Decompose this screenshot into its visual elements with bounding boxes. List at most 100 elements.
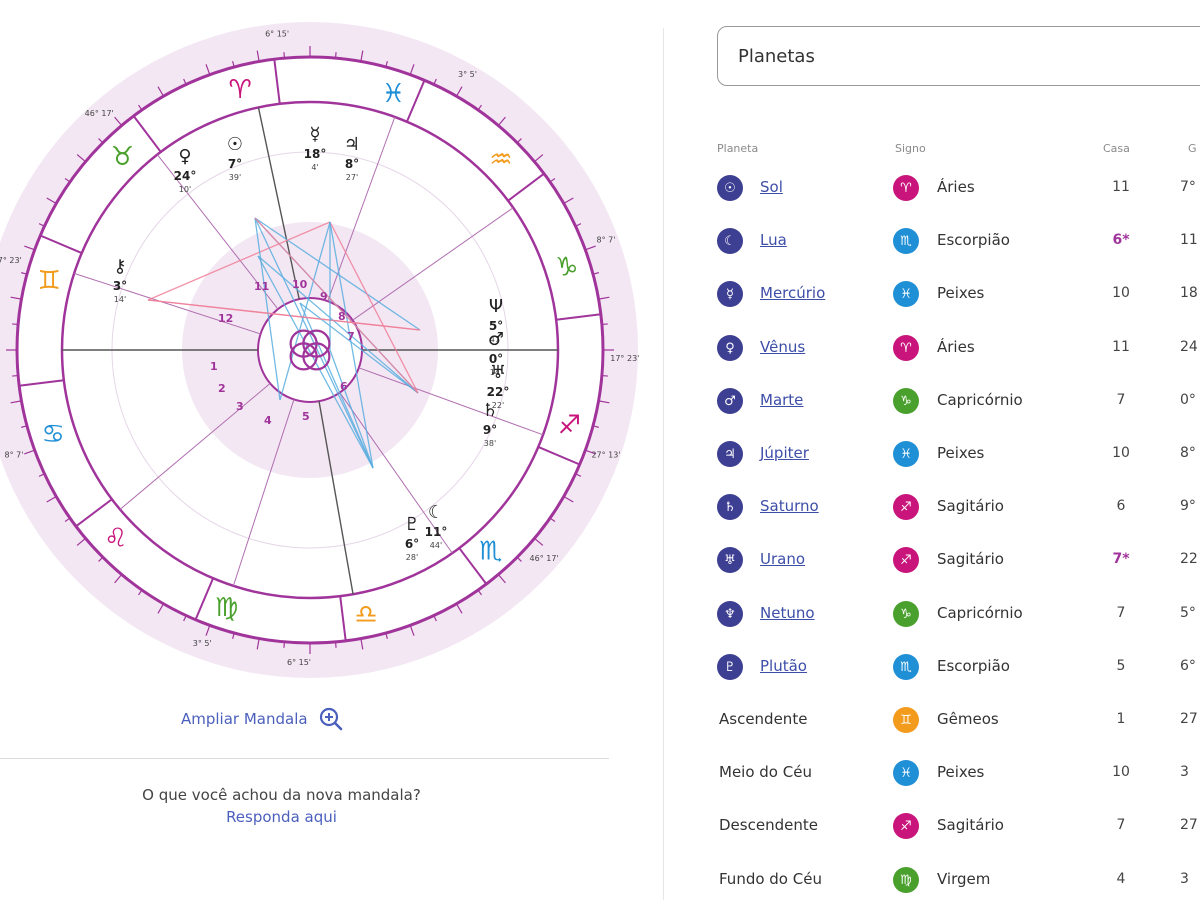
planet-glyph: ♀	[178, 146, 191, 167]
sign-label: Escorpião	[937, 231, 1010, 249]
table-row: ♃ Júpiter ♓ Peixes 10 8°	[0, 434, 1200, 474]
planet-glyph: ☿	[309, 124, 320, 145]
degree-tick	[601, 323, 608, 326]
zodiac-glyph: ♈	[228, 75, 251, 105]
degree-value: 22	[1180, 551, 1198, 567]
sign-label: Peixes	[937, 763, 985, 781]
degree-value: 5°	[1180, 605, 1196, 621]
sign-label: Sagitário	[937, 550, 1004, 568]
sign-icon: ♓	[893, 441, 919, 467]
sign-label: Capricórnio	[937, 604, 1023, 622]
planet-icon: ♇	[717, 654, 743, 680]
category-select-value: Planetas	[738, 45, 815, 67]
point-label: Descendente	[719, 816, 818, 834]
house-value: 10	[1112, 764, 1130, 780]
planet-link[interactable]: Vênus	[760, 338, 805, 356]
sign-icon: ♊	[893, 707, 919, 733]
house-value: 6	[1116, 498, 1126, 514]
header-signo: Signo	[895, 142, 926, 155]
planet-icon: ♅	[717, 547, 743, 573]
degree-tick	[12, 374, 19, 377]
point-label: Meio do Céu	[719, 763, 812, 781]
degree-tick	[601, 374, 608, 377]
house-value: 5	[1116, 658, 1126, 674]
sign-icon: ♓	[893, 281, 919, 307]
table-row: Descendente ♐ Sagitário 7 27	[0, 806, 1200, 846]
degree-value: 27	[1180, 817, 1198, 833]
table-row: ♇ Plutão ♏ Escorpião 5 6°	[0, 647, 1200, 687]
house-value: 6*	[1112, 232, 1130, 248]
planet-glyph: ♃	[344, 134, 360, 155]
house-value: 7*	[1112, 551, 1130, 567]
planet-icon: ♂	[717, 388, 743, 414]
house-value: 7	[1116, 817, 1126, 833]
house-value: 1	[1116, 711, 1126, 727]
sign-label: Áries	[937, 178, 975, 196]
table-row: ♅ Urano ♐ Sagitário 7* 22	[0, 540, 1200, 580]
degree-value: 3	[1180, 871, 1189, 887]
point-label: Fundo do Céu	[719, 870, 822, 888]
table-row: Meio do Céu ♓ Peixes 10 3	[0, 753, 1200, 793]
sign-icon: ♈	[893, 335, 919, 361]
sign-icon: ♓	[893, 760, 919, 786]
planet-icon: ☉	[717, 175, 743, 201]
table-row: ♄ Saturno ♐ Sagitário 6 9°	[0, 487, 1200, 527]
planet-icon: ♀	[717, 335, 743, 361]
planet-icon: ☿	[717, 281, 743, 307]
sign-icon: ♐	[893, 547, 919, 573]
table-row: ☿ Mercúrio ♓ Peixes 10 18	[0, 274, 1200, 314]
sign-label: Sagitário	[937, 816, 1004, 834]
cusp-degree-label: 3° 5'	[458, 70, 477, 79]
house-value: 10	[1112, 445, 1130, 461]
header-grau: G	[1188, 142, 1197, 155]
category-select[interactable]: Planetas	[717, 26, 1200, 86]
planet-link[interactable]: Sol	[760, 178, 783, 196]
sign-label: Gêmeos	[937, 710, 999, 728]
house-value: 7	[1116, 392, 1126, 408]
table-row: ☉ Sol ♈ Áries 11 7°	[0, 168, 1200, 208]
house-value: 11	[1112, 339, 1130, 355]
sign-icon: ♐	[893, 813, 919, 839]
planet-degree: 18°	[304, 147, 327, 161]
sign-label: Peixes	[937, 444, 985, 462]
sign-icon: ♑	[893, 601, 919, 627]
degree-value: 24	[1180, 339, 1198, 355]
sign-label: Áries	[937, 338, 975, 356]
planet-link[interactable]: Lua	[760, 231, 787, 249]
sign-label: Escorpião	[937, 657, 1010, 675]
degree-tick	[334, 52, 337, 59]
degree-value: 11	[1180, 232, 1198, 248]
planet-link[interactable]: Netuno	[760, 604, 815, 622]
sign-label: Sagitário	[937, 497, 1004, 515]
planet-link[interactable]: Marte	[760, 391, 803, 409]
table-row: ♆ Netuno ♑ Capricórnio 7 5°	[0, 594, 1200, 634]
cusp-degree-label: 6° 15'	[265, 30, 289, 39]
sign-icon: ♏	[893, 228, 919, 254]
degree-value: 8°	[1180, 445, 1196, 461]
planet-link[interactable]: Júpiter	[760, 444, 809, 462]
table-row: Fundo do Céu ♍ Virgem 4 3	[0, 860, 1200, 900]
degree-tick	[283, 52, 286, 59]
planet-link[interactable]: Mercúrio	[760, 284, 825, 302]
degree-value: 3	[1180, 764, 1189, 780]
table-row: ♂ Marte ♑ Capricórnio 7 0°	[0, 381, 1200, 421]
table-row: ♀ Vênus ♈ Áries 11 24	[0, 328, 1200, 368]
sign-label: Capricórnio	[937, 391, 1023, 409]
sign-icon: ♈	[893, 175, 919, 201]
planet-glyph: ☉	[227, 134, 243, 155]
planet-link[interactable]: Plutão	[760, 657, 807, 675]
degree-value: 9°	[1180, 498, 1196, 514]
sign-icon: ♏	[893, 654, 919, 680]
degree-value: 6°	[1180, 658, 1196, 674]
sign-icon: ♑	[893, 388, 919, 414]
point-label: Ascendente	[719, 710, 808, 728]
planet-link[interactable]: Saturno	[760, 497, 819, 515]
table-row: Ascendente ♊ Gêmeos 1 27	[0, 700, 1200, 740]
planet-link[interactable]: Urano	[760, 550, 805, 568]
house-value: 11	[1112, 179, 1130, 195]
degree-value: 27	[1180, 711, 1198, 727]
header-casa: Casa	[1103, 142, 1130, 155]
header-planeta: Planeta	[717, 142, 759, 155]
house-value: 4	[1116, 871, 1126, 887]
zodiac-glyph: ♓	[382, 79, 405, 109]
